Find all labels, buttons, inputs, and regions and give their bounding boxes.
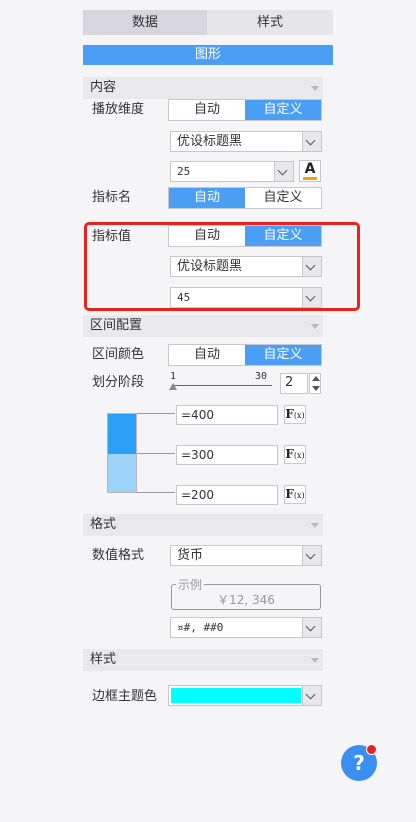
indicator-name-label: 指标名	[92, 190, 132, 205]
custom-option[interactable]: 自定义	[245, 100, 321, 120]
selected-value: ¤#, ##0	[177, 621, 224, 634]
formula-label: F	[285, 407, 294, 421]
indicator-name-toggle: 自动 自定义	[168, 187, 322, 209]
section-content-header[interactable]: 内容	[83, 77, 323, 99]
formula-button[interactable]: F(x)	[284, 445, 306, 464]
interval-color-toggle: 自动 自定义	[168, 344, 322, 366]
interval-color-label: 区间颜色	[92, 347, 145, 362]
stages-stepper[interactable]	[309, 373, 321, 394]
section-style-header[interactable]: 样式	[83, 649, 323, 671]
collapse-arrow-icon[interactable]	[311, 86, 319, 91]
section-interval-header[interactable]: 区间配置	[83, 315, 323, 337]
border-theme-label: 边框主题色	[92, 689, 158, 704]
example-value: ￥12, 346	[217, 593, 275, 607]
custom-option[interactable]: 自定义	[245, 345, 321, 365]
font-color-icon: A	[304, 161, 316, 177]
font-color-button[interactable]: A	[299, 160, 321, 182]
formula-label: F	[285, 447, 294, 461]
auto-option[interactable]: 自动	[169, 345, 245, 365]
slider-handle[interactable]	[169, 383, 177, 390]
color-swatch	[303, 177, 317, 180]
connector-line	[137, 453, 175, 454]
number-format-label: 数值格式	[92, 548, 145, 563]
chevron-down-icon[interactable]	[302, 686, 321, 705]
font-size-select[interactable]: 25	[170, 161, 294, 182]
section-title: 内容	[90, 80, 117, 95]
chevron-up-icon[interactable]	[312, 376, 320, 381]
section-format-header[interactable]: 格式	[83, 514, 323, 536]
pattern-select[interactable]: ¤#, ##0	[170, 617, 322, 638]
collapse-arrow-icon[interactable]	[311, 523, 319, 528]
formula-label: F	[285, 487, 294, 501]
chevron-down-icon[interactable]	[302, 132, 321, 151]
color-swatch[interactable]	[171, 688, 301, 703]
tab-data[interactable]: 数据	[83, 10, 207, 35]
collapse-arrow-icon[interactable]	[311, 324, 319, 329]
selected-value: 25	[177, 165, 191, 178]
example-box: 示例 ￥12, 346	[171, 576, 321, 610]
threshold-input[interactable]: =200	[176, 485, 278, 505]
connector-line	[137, 413, 175, 414]
selected-value: 优设标题黑	[177, 134, 243, 149]
slider-max: 30	[255, 371, 268, 382]
selected-value: 货币	[177, 548, 204, 563]
formula-button[interactable]: F(x)	[284, 485, 306, 504]
formula-sub: (x)	[293, 451, 305, 460]
tab-bar: 数据 样式	[83, 10, 333, 35]
section-title: 格式	[90, 517, 117, 532]
formula-sub: (x)	[293, 491, 305, 500]
section-title: 区间配置	[90, 318, 143, 333]
play-dimension-toggle: 自动 自定义	[168, 99, 322, 121]
custom-option[interactable]: 自定义	[245, 188, 321, 208]
band-high[interactable]	[108, 414, 136, 454]
band-low[interactable]	[108, 454, 136, 492]
page-title: 图形	[83, 45, 333, 65]
chevron-down-icon[interactable]	[274, 162, 293, 181]
chevron-down-icon[interactable]	[302, 546, 321, 565]
slider-min: 1	[170, 371, 177, 382]
help-button[interactable]: ?	[341, 744, 377, 781]
chevron-down-icon[interactable]	[302, 618, 321, 637]
picker-dropdown[interactable]	[302, 686, 321, 705]
highlight-box	[84, 222, 360, 311]
stages-label: 划分阶段	[92, 375, 145, 390]
number-format-select[interactable]: 货币	[170, 545, 322, 566]
notification-dot	[366, 744, 377, 755]
formula-button[interactable]: F(x)	[284, 405, 306, 424]
interval-bands	[107, 413, 137, 493]
play-dimension-label: 播放维度	[92, 102, 145, 117]
formula-sub: (x)	[293, 411, 305, 420]
auto-option[interactable]: 自动	[169, 100, 245, 120]
collapse-arrow-icon[interactable]	[311, 658, 319, 663]
stages-slider-track[interactable]	[172, 385, 272, 386]
threshold-input[interactable]: =300	[176, 445, 278, 465]
tab-style[interactable]: 样式	[207, 10, 333, 35]
threshold-input[interactable]: =400	[176, 405, 278, 425]
auto-option[interactable]: 自动	[169, 188, 245, 208]
border-color-picker[interactable]	[168, 685, 322, 706]
connector-line	[137, 492, 175, 493]
section-title: 样式	[90, 652, 117, 667]
stages-input[interactable]: 2	[280, 373, 308, 394]
font-family-select[interactable]: 优设标题黑	[170, 131, 322, 152]
chevron-down-icon[interactable]	[312, 386, 320, 391]
help-icon: ?	[353, 751, 365, 775]
